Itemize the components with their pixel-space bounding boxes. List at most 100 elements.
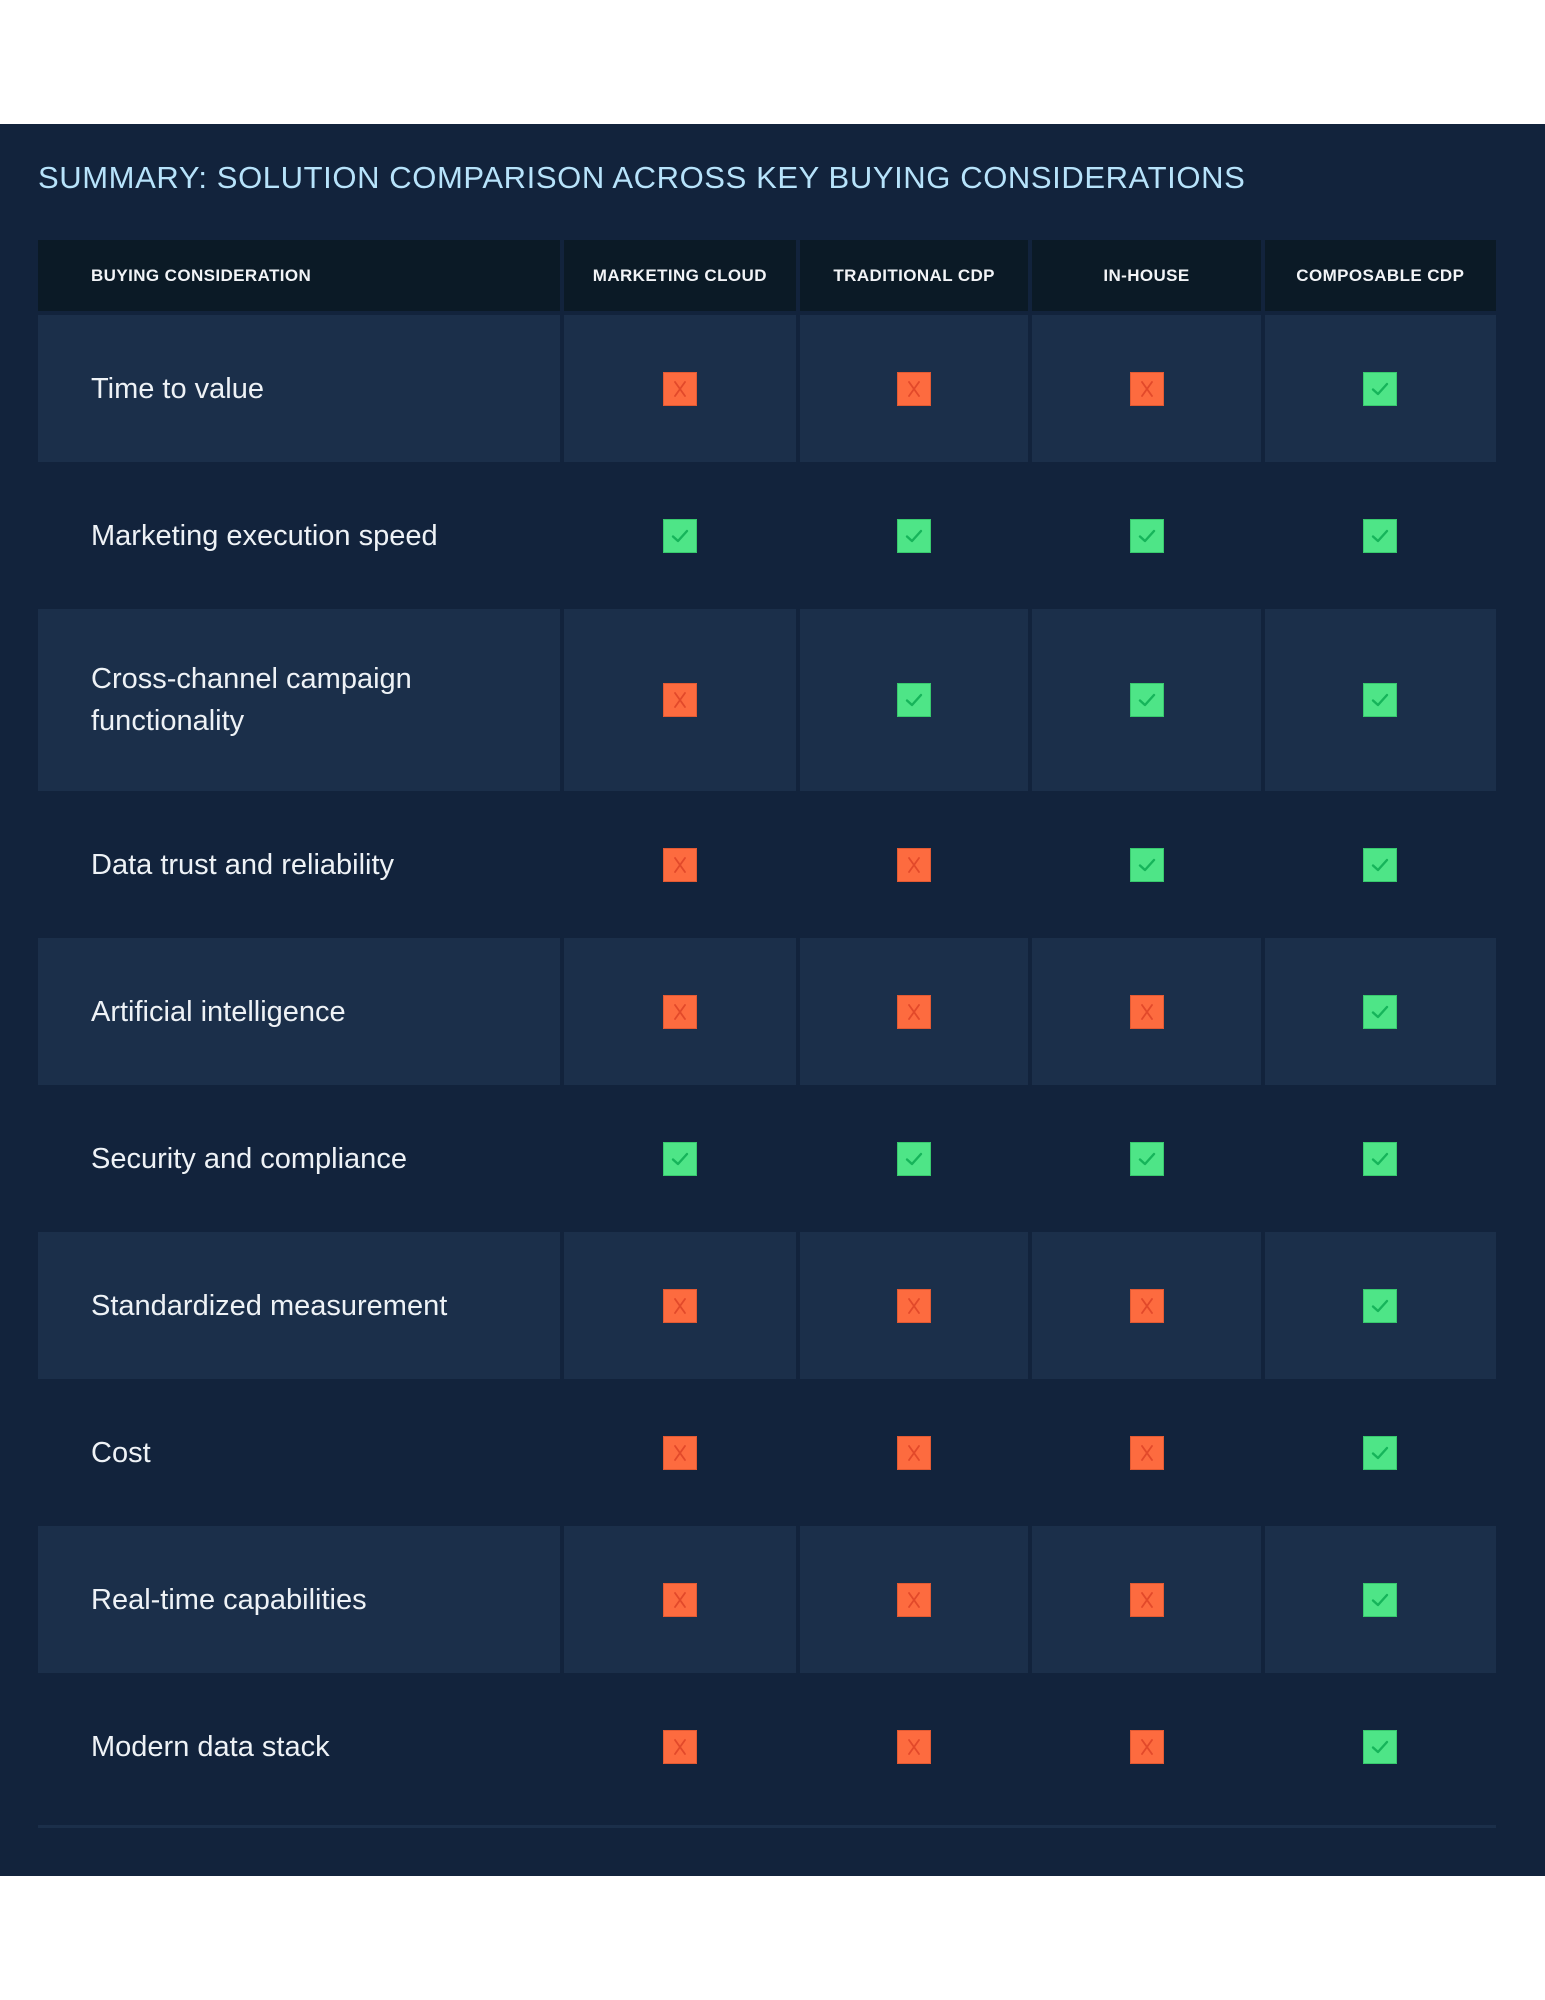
x-icon [1129, 1729, 1164, 1764]
row-cell-marketing-cloud [564, 791, 796, 938]
row-cell-in-house [1032, 462, 1260, 609]
x-icon [662, 371, 697, 406]
header-traditional-cdp: TRADITIONAL CDP [799, 240, 1029, 311]
comparison-table: BUYING CONSIDERATION MARKETING CLOUD TRA… [38, 240, 1497, 1820]
row-cell-traditional-cdp [800, 1232, 1029, 1379]
table-row: Cross-channel campaign functionality [38, 609, 1497, 791]
table-bottom-divider [38, 1825, 1496, 1828]
row-cell-marketing-cloud [564, 1085, 796, 1232]
x-icon [1129, 371, 1164, 406]
row-label: Real-time capabilities [38, 1526, 560, 1673]
row-cell-composable-cdp [1264, 1232, 1497, 1379]
check-icon [1129, 847, 1164, 882]
row-cell-traditional-cdp [800, 1379, 1028, 1526]
row-cell-marketing-cloud [564, 1379, 796, 1526]
row-cell-in-house [1032, 1526, 1261, 1673]
row-cell-composable-cdp [1265, 1085, 1496, 1232]
table-row: Cost [38, 1379, 1496, 1526]
row-cell-traditional-cdp [800, 609, 1029, 791]
check-icon [1363, 1729, 1398, 1764]
page-title: SUMMARY: SOLUTION COMPARISON ACROSS KEY … [38, 160, 1246, 195]
row-cell-composable-cdp [1264, 609, 1497, 791]
check-icon [1129, 518, 1164, 553]
table-row: Time to value [38, 315, 1497, 462]
x-icon [1129, 1288, 1164, 1323]
table-row: Data trust and reliability [38, 791, 1496, 938]
row-cell-marketing-cloud [563, 315, 797, 462]
table-row: Artificial intelligence [38, 938, 1497, 1085]
check-icon [1363, 994, 1398, 1029]
row-cell-in-house [1032, 1232, 1261, 1379]
x-icon [662, 683, 697, 717]
x-icon [897, 847, 932, 882]
x-icon [662, 994, 697, 1029]
check-icon [897, 683, 932, 717]
check-icon [1363, 1141, 1398, 1176]
check-icon [1363, 371, 1398, 406]
row-cell-traditional-cdp [800, 1085, 1028, 1232]
row-label: Time to value [38, 315, 560, 462]
row-label: Modern data stack [91, 1730, 330, 1763]
row-cell-in-house [1032, 791, 1260, 938]
row-cell-traditional-cdp [800, 1673, 1028, 1820]
row-cell-composable-cdp [1264, 938, 1497, 1085]
table-row: Security and compliance [38, 1085, 1496, 1232]
row-cell-in-house [1032, 315, 1261, 462]
check-icon [897, 518, 932, 553]
x-icon [897, 1288, 932, 1323]
row-cell-composable-cdp [1264, 1526, 1497, 1673]
check-icon [1363, 1435, 1398, 1470]
row-cell-traditional-cdp [800, 791, 1028, 938]
check-icon [1363, 518, 1398, 553]
row-cell-composable-cdp [1264, 315, 1497, 462]
row-cell-in-house [1032, 938, 1261, 1085]
check-icon [1129, 1141, 1164, 1176]
x-icon [662, 1435, 697, 1470]
check-icon [1129, 683, 1164, 717]
row-cell-composable-cdp [1265, 1673, 1496, 1820]
x-icon [662, 1729, 697, 1764]
row-label: Standardized measurement [38, 1232, 560, 1379]
row-cell-composable-cdp [1265, 791, 1496, 938]
header-in-house: IN-HOUSE [1032, 240, 1261, 311]
row-cell-marketing-cloud [563, 1232, 797, 1379]
row-label: Cross-channel campaign functionality [38, 609, 560, 791]
x-icon [662, 1582, 697, 1617]
row-label: Marketing execution speed [91, 519, 438, 552]
row-cell-traditional-cdp [800, 315, 1029, 462]
table-row: Modern data stack [38, 1673, 1496, 1820]
x-icon [1129, 1582, 1164, 1617]
x-icon [662, 1288, 697, 1323]
x-icon [897, 371, 932, 406]
x-icon [1129, 994, 1164, 1029]
x-icon [897, 1582, 932, 1617]
header-composable-cdp: COMPOSABLE CDP [1264, 240, 1496, 311]
row-cell-in-house [1032, 1085, 1260, 1232]
check-icon [1363, 1582, 1398, 1617]
row-cell-traditional-cdp [800, 1526, 1029, 1673]
table-row: Marketing execution speed [38, 462, 1496, 609]
table-row: Standardized measurement [38, 1232, 1497, 1379]
row-cell-marketing-cloud [563, 609, 797, 791]
row-cell-in-house [1032, 1379, 1260, 1526]
row-cell-marketing-cloud [564, 1673, 796, 1820]
row-cell-in-house [1032, 1673, 1260, 1820]
row-label: Security and compliance [91, 1142, 407, 1175]
check-icon [662, 1141, 697, 1176]
row-cell-marketing-cloud [564, 462, 796, 609]
row-label: Artificial intelligence [38, 938, 560, 1085]
row-cell-composable-cdp [1265, 1379, 1496, 1526]
check-icon [662, 518, 697, 553]
row-cell-marketing-cloud [563, 938, 797, 1085]
x-icon [662, 847, 697, 882]
table-body: Time to value Marketing execution speed Cr… [38, 315, 1497, 1820]
row-cell-marketing-cloud [563, 1526, 797, 1673]
row-cell-traditional-cdp [800, 462, 1028, 609]
check-icon [897, 1141, 932, 1176]
x-icon [897, 994, 932, 1029]
row-label: Cost [91, 1436, 151, 1469]
row-label: Data trust and reliability [91, 848, 395, 881]
x-icon [1129, 1435, 1164, 1470]
table-header-row: BUYING CONSIDERATION MARKETING CLOUD TRA… [38, 240, 1496, 311]
row-cell-composable-cdp [1265, 462, 1496, 609]
